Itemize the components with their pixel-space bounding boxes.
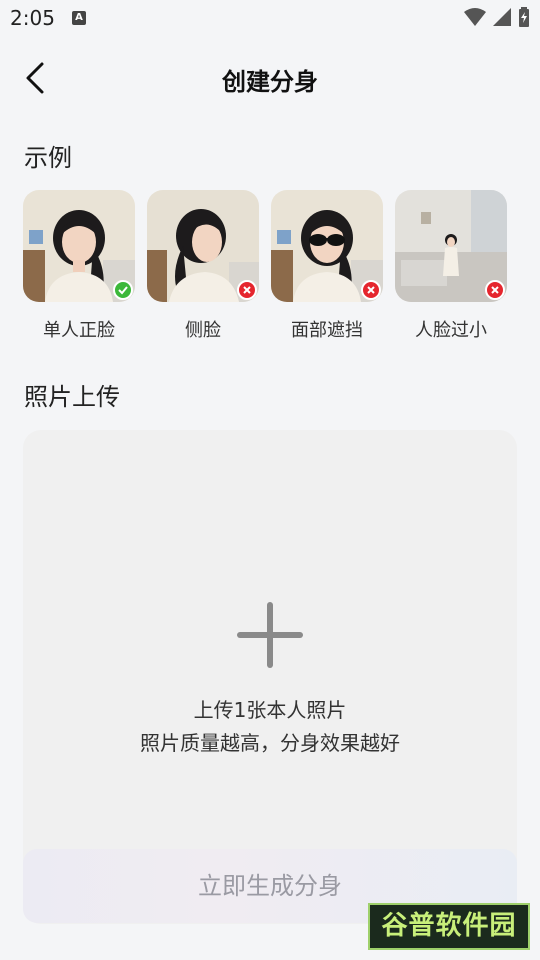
example-photo-small-face	[395, 190, 507, 302]
example-label: 人脸过小	[415, 320, 487, 341]
example-item-occluded: 面部遮挡	[271, 190, 383, 342]
wifi-icon	[464, 8, 486, 26]
system-icons	[464, 7, 530, 27]
example-item-frontal: 单人正脸	[23, 190, 135, 342]
example-photo-occluded	[271, 190, 383, 302]
invalid-cross-icon	[361, 280, 381, 300]
examples-list: 单人正脸 侧脸 面部遮挡 人脸过小	[23, 190, 507, 342]
example-photo-frontal	[23, 190, 135, 302]
watermark-logo: 谷普软件园	[368, 903, 530, 950]
plus-icon	[235, 600, 305, 670]
battery-icon	[519, 7, 529, 27]
upload-hint-secondary: 照片质量越高，分身效果越好	[140, 731, 400, 755]
upload-hint-primary: 上传1张本人照片	[193, 698, 347, 722]
example-item-side-face: 侧脸	[147, 190, 259, 342]
status-bar: 2:05 A	[0, 0, 540, 36]
invalid-cross-icon	[485, 280, 505, 300]
page-title: 创建分身	[222, 68, 318, 96]
notification-a-icon: A	[72, 11, 86, 25]
examples-section-title: 示例	[24, 144, 72, 172]
invalid-cross-icon	[237, 280, 257, 300]
status-time: 2:05	[10, 6, 55, 30]
example-label: 面部遮挡	[291, 320, 363, 341]
example-label: 单人正脸	[43, 320, 115, 341]
example-item-small-face: 人脸过小	[395, 190, 507, 342]
example-photo-side-face	[147, 190, 259, 302]
signal-icon	[493, 8, 511, 26]
example-label: 侧脸	[185, 320, 221, 341]
upload-section-title: 照片上传	[24, 383, 120, 411]
valid-check-icon	[113, 280, 133, 300]
app-header: 创建分身	[0, 50, 540, 106]
